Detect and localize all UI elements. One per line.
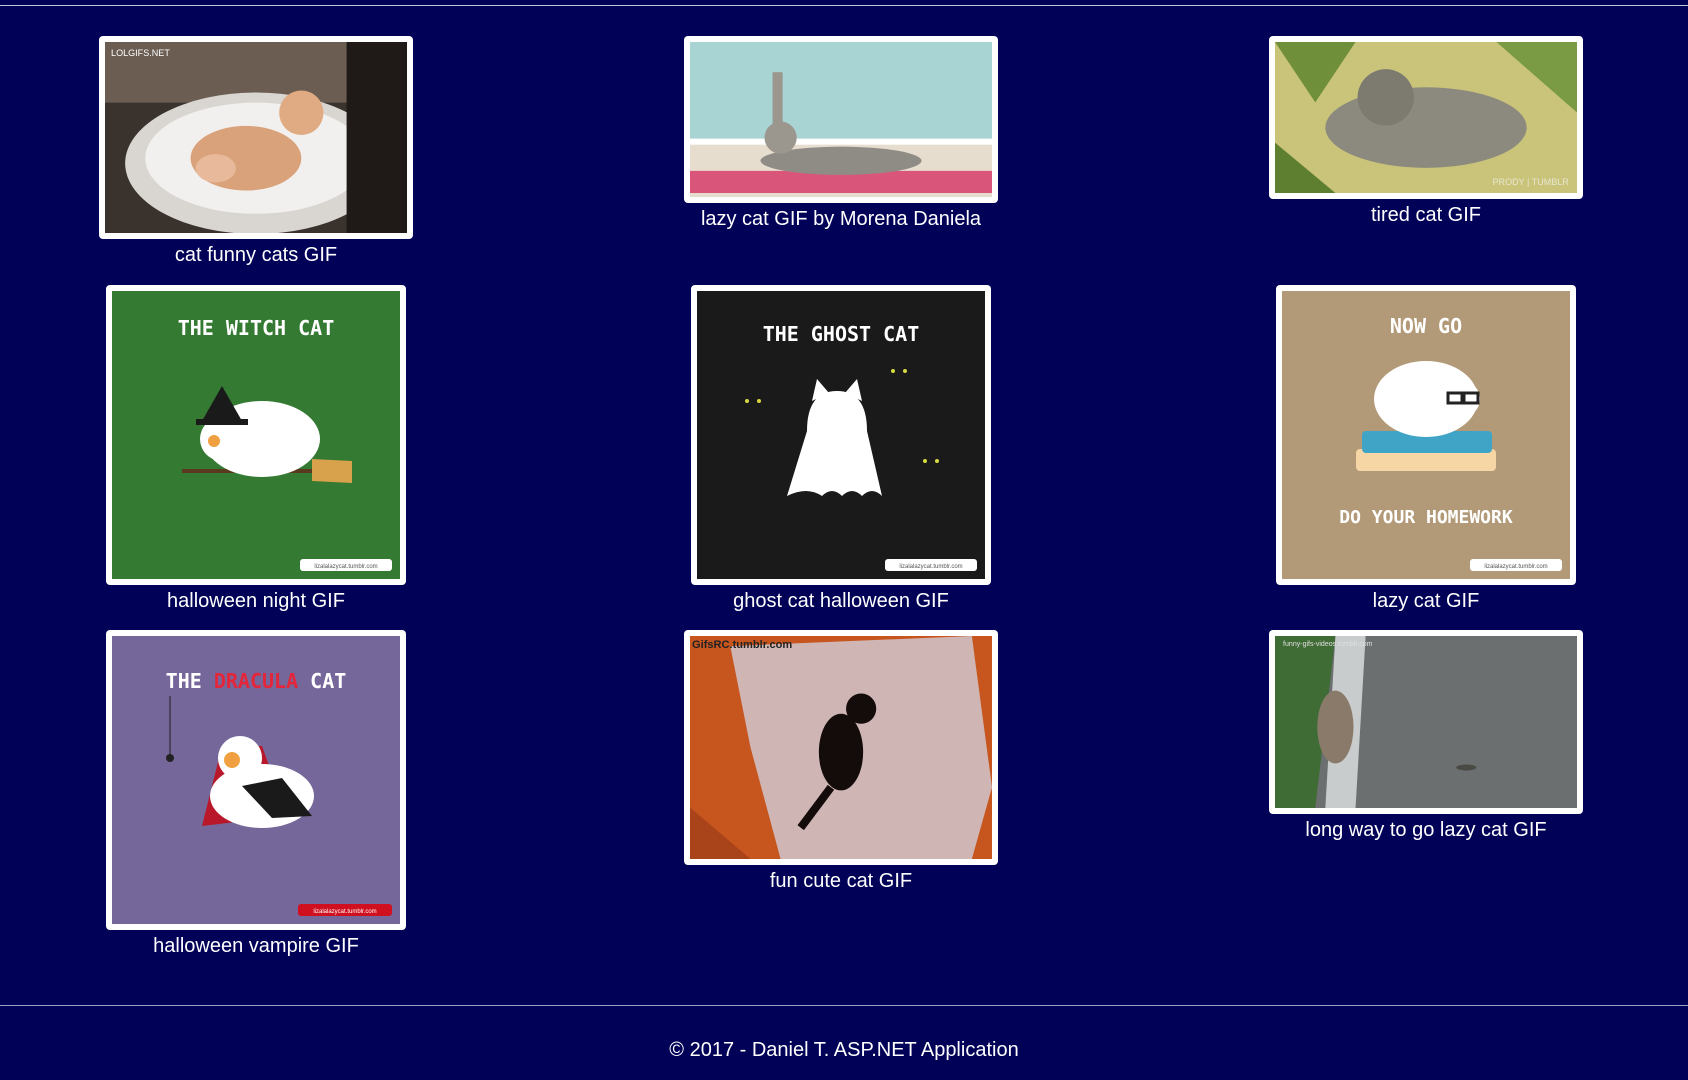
illustration-title: NOW GO (1390, 314, 1462, 338)
black-cat-on-rug-image: GifsRC.tumblr.com (690, 636, 992, 859)
watermark: lizalalazycat.tumblr.com (899, 564, 962, 570)
homework-cat-image: NOW GO DO YOUR HOMEWORK lizalalazycat.tu… (1282, 291, 1570, 579)
gallery-item-lazy-cat[interactable]: NOW GO DO YOUR HOMEWORK lizalalazycat.tu… (1276, 285, 1576, 615)
watermark: lizalalazycat.tumblr.com (314, 564, 377, 570)
gallery-item-lazy-cat-morena[interactable]: lazy cat GIF by Morena Daniela (684, 36, 998, 236)
watermark: lizalalazycat.tumblr.com (1484, 564, 1547, 570)
cat-in-sink-image: LOLGIFS.NET (105, 42, 407, 233)
watermark: PRODY | TUMBLR (1493, 177, 1570, 187)
illustration-subtitle: DO YOUR HOMEWORK (1339, 507, 1513, 528)
gif-caption: lazy cat GIF (1372, 590, 1480, 612)
gif-thumbnail[interactable]: THE DRACULA CAT lizalalazycat.tumblr.com (106, 630, 406, 930)
ghost-cat-image: THE GHOST CAT lizalalazycat.tumblr.com (697, 291, 985, 579)
gif-thumbnail[interactable]: GifsRC.tumblr.com (684, 630, 998, 865)
gif-caption: tired cat GIF (1370, 204, 1482, 226)
gif-thumbnail[interactable]: funny-gifs-videos.tumblr.com (1269, 630, 1583, 814)
gallery-item-halloween-vampire[interactable]: THE DRACULA CAT lizalalazycat.tumblr.com… (106, 630, 406, 960)
gif-caption: long way to go lazy cat GIF (1305, 819, 1547, 841)
watermark: LOLGIFS.NET (111, 48, 170, 58)
gif-caption: halloween vampire GIF (153, 935, 359, 957)
illustration-title: THE WITCH CAT (178, 316, 335, 340)
sleeping-cat-image: PRODY | TUMBLR (1275, 42, 1577, 193)
gallery-item-tired-cat[interactable]: PRODY | TUMBLR tired cat GIF (1269, 36, 1583, 232)
watermark: funny-gifs-videos.tumblr.com (1283, 641, 1373, 648)
gif-thumbnail[interactable]: THE WITCH CAT lizalalazycat.tumblr.com (106, 285, 406, 585)
gif-thumbnail[interactable] (684, 36, 998, 203)
gif-caption: halloween night GIF (167, 590, 345, 612)
illustration-title: THE GHOST CAT (763, 322, 920, 346)
gallery-item-ghost-cat[interactable]: THE GHOST CAT lizalalazycat.tumblr.com g… (691, 285, 991, 615)
gallery-item-fun-cute-cat[interactable]: GifsRC.tumblr.com fun cute cat GIF (684, 630, 998, 900)
gallery-item-cat-funny[interactable]: LOLGIFS.NET cat funny cats GIF (99, 36, 413, 271)
watermark: lizalalazycat.tumblr.com (313, 909, 376, 915)
gif-gallery: LOLGIFS.NET cat funny cats GIF lazy cat … (0, 0, 1688, 1000)
gif-thumbnail[interactable]: PRODY | TUMBLR (1269, 36, 1583, 199)
gif-thumbnail[interactable]: THE GHOST CAT lizalalazycat.tumblr.com (691, 285, 991, 585)
gif-caption: fun cute cat GIF (769, 870, 913, 892)
gif-thumbnail[interactable]: LOLGIFS.NET (99, 36, 413, 239)
illustration-title: THE DRACULA CAT (166, 669, 347, 693)
dracula-cat-image: THE DRACULA CAT lizalalazycat.tumblr.com (112, 636, 400, 924)
gif-thumbnail[interactable]: NOW GO DO YOUR HOMEWORK lizalalazycat.tu… (1276, 285, 1576, 585)
gif-caption: cat funny cats GIF (174, 244, 338, 266)
watermark: GifsRC.tumblr.com (692, 639, 792, 651)
witch-cat-image: THE WITCH CAT lizalalazycat.tumblr.com (112, 291, 400, 579)
gallery-item-long-way-cat[interactable]: funny-gifs-videos.tumblr.com long way to… (1269, 630, 1583, 850)
gif-caption: ghost cat halloween GIF (733, 590, 949, 612)
gif-caption: lazy cat GIF by Morena Daniela (700, 208, 982, 230)
gallery-item-halloween-night[interactable]: THE WITCH CAT lizalalazycat.tumblr.com h… (106, 285, 406, 615)
cat-on-rail-image: funny-gifs-videos.tumblr.com (1275, 636, 1577, 808)
cat-on-yoga-mat-image (690, 42, 992, 197)
footer-divider (0, 1005, 1688, 1006)
footer-copyright: © 2017 - Daniel T. ASP.NET Application (669, 1039, 1019, 1061)
